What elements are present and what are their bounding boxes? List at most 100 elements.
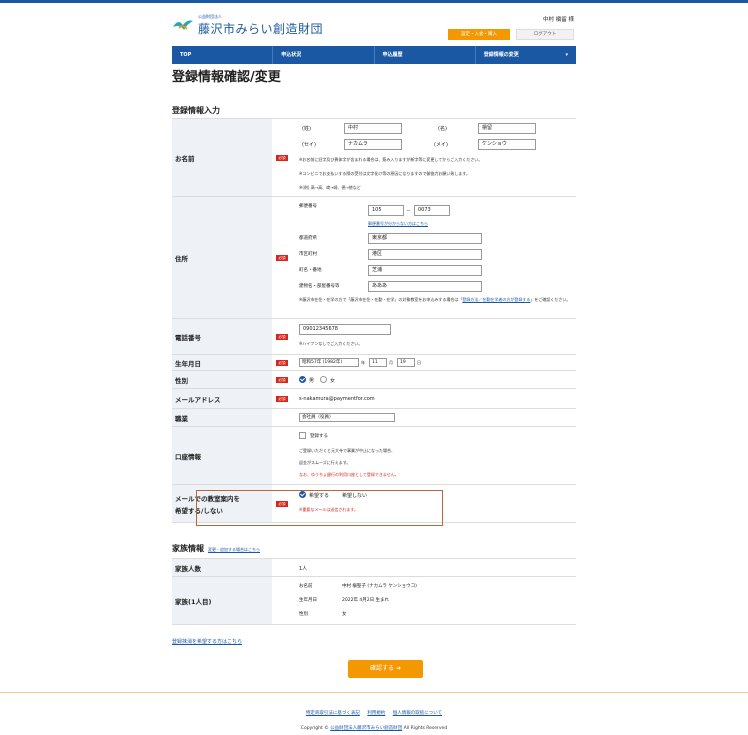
postal-dash: －	[406, 208, 412, 214]
user-name: 中村 槇留 様	[543, 17, 574, 23]
gender-male-label: 男	[309, 378, 315, 384]
copyright-suffix: All Rights Reserved	[403, 726, 448, 731]
form-row-job: 職業 会社員（役員）	[172, 409, 576, 427]
phone-input[interactable]: 09012345678	[299, 324, 391, 335]
copyright-prefix: Copyright ©	[300, 726, 329, 731]
sei-kana-input[interactable]: ナカムラ	[344, 139, 402, 150]
row-label-cell: 住所	[172, 197, 272, 318]
bank-register-label: 登録する	[310, 434, 328, 439]
family-birth-value: 2022年 4月2日 生まれ	[342, 598, 390, 603]
form-row-email: メールアドレス 必須 s-nakamura@paymentfor.com	[172, 389, 576, 409]
address-note-suffix: 」をご確認ください。	[530, 297, 571, 302]
building-input[interactable]: あああ	[368, 281, 482, 292]
postal-lookup-link[interactable]: 郵便番号が分からない方はこちら	[368, 221, 428, 227]
footer-links: 特定商取引法に基づく表記 利用規約 個人情報の取扱について	[0, 710, 748, 716]
page-container: 公益財団法人 藤沢市みらい創造財団 中村 槇留 様 設定・入会・購入 ログアウト…	[172, 0, 576, 625]
email-label: メールアドレス	[175, 395, 221, 404]
phone-label: 電話番号	[175, 333, 201, 342]
job-label: 職業	[175, 414, 188, 423]
family-count-value: 1人	[299, 566, 308, 572]
footer-link-terms[interactable]: 利用規約	[367, 711, 385, 716]
day-unit: 日	[417, 360, 421, 365]
name-note-2: ※コンビニでお支払いする際の受付は文字化け等の原因になりますので御協力お願い致し…	[299, 171, 470, 176]
family-member-label: 家族(1人目)	[175, 597, 212, 606]
row-label-cell: 職業	[172, 409, 272, 426]
footer-link-commerce-law[interactable]: 特定商取引法に基づく表記	[306, 711, 360, 716]
form-row-birthdate: 生年月日 必須 昭和57年 (1982年) 年 11 月 19 日	[172, 355, 576, 371]
row-label-cell: 電話番号	[172, 319, 272, 354]
name-note-1: ※お名前に旧字及び異体字が含まれる場合は、筋み入りますが新字等に変更してからご入…	[299, 157, 483, 162]
gender-male-radio[interactable]	[299, 376, 306, 383]
birth-month-select[interactable]: 11	[369, 358, 387, 367]
nav-application-status[interactable]: 申込状況	[273, 46, 375, 64]
postal-label: 郵便番号	[299, 204, 317, 209]
bank-note-2: 返金がスムーズに行えます。	[299, 460, 351, 465]
nav-top[interactable]: TOP	[172, 46, 274, 64]
row-label-cell: 口座情報	[172, 427, 272, 484]
birth-year-select[interactable]: 昭和57年 (1982年)	[299, 358, 359, 367]
required-badge: 必須	[276, 359, 288, 366]
family-change-link[interactable]: 変更・追加する場合はこちら	[208, 547, 260, 552]
row-label-cell: お名前	[172, 119, 272, 196]
required-badge: 必須	[276, 254, 288, 261]
footer-divider	[0, 692, 748, 693]
phone-note: ※ハイフンなしでご入力ください。	[299, 341, 363, 346]
form-row-phone: 電話番号 必須 09012345678 ※ハイフンなしでご入力ください。	[172, 319, 576, 355]
postal-code-1-input[interactable]: 105	[368, 205, 404, 216]
footer-link-privacy[interactable]: 個人情報の取扱について	[393, 711, 442, 716]
city-input[interactable]: 港区	[368, 249, 482, 260]
confirm-button[interactable]: 確認する ➔	[348, 660, 423, 678]
building-label: 建物名・部屋番号等	[299, 284, 340, 289]
town-label: 町名・番地	[299, 268, 322, 273]
chevron-down-icon: ▾	[565, 52, 568, 58]
sei-kana-label: (セイ)	[302, 142, 316, 148]
copyright-org-link[interactable]: 公益財団法人藤沢市みらい創造財団	[330, 726, 402, 731]
family-gender-value: 女	[342, 612, 347, 617]
logo-text: 藤沢市みらい創造財団	[198, 22, 324, 36]
sei-label: (姓)	[302, 126, 311, 132]
gender-female-radio[interactable]	[320, 376, 327, 383]
resident-registration-link[interactable]: 登録方法／在勤在学者の方が登録する	[462, 297, 530, 302]
address-label: 住所	[175, 254, 188, 263]
name-note-3: ※(例) 髙→高、﨑→崎、德→徳など	[299, 185, 361, 190]
copyright: Copyright © 公益財団法人藤沢市みらい創造財団 All Rights …	[0, 725, 748, 731]
form-row-address: 住所 必須 郵便番号 105 － 0073 郵便番号が分からない方はこちら 都道…	[172, 197, 576, 319]
mei-input[interactable]: 槇留	[478, 123, 536, 134]
nav-registration-change[interactable]: 登録情報の変更 ▾	[476, 46, 576, 64]
site-logo[interactable]: 公益財団法人 藤沢市みらい創造財団	[172, 14, 324, 38]
family-title: 家族情報	[172, 544, 204, 553]
settings-purchase-button[interactable]: 設定・入会・購入	[448, 29, 510, 40]
pref-label: 都道府県	[299, 236, 317, 241]
family-name-value: 中村 槇聖子 (ナカムラ ケンショウコ)	[342, 584, 417, 589]
family-name-label: お名前	[299, 584, 313, 589]
bank-note-3: なお、ゆうちょ銀行の利用口座として登録できません。	[299, 472, 399, 477]
confirm-button-label: 確認する	[370, 665, 395, 672]
bank-note-1: ご登録いただくと元大寺で事業が中止になった場合、	[299, 448, 395, 453]
row-label-cell: 家族(1人目)	[172, 577, 272, 624]
town-input[interactable]: 芝浦	[368, 265, 482, 276]
row-label-cell: メールアドレス	[172, 389, 272, 408]
section-title-registration: 登録情報入力	[172, 106, 220, 115]
cancel-registration-link[interactable]: 登録抹消を希望する方はこちら	[172, 638, 242, 645]
bank-register-checkbox[interactable]	[299, 432, 306, 439]
main-nav: TOP 申込状況 申込履歴 登録情報の変更 ▾	[172, 46, 576, 64]
arrow-right-icon: ➔	[395, 665, 401, 672]
address-note: ※藤沢市在住・在学の方で「藤沢市在住・在勤・在学」の対象教室をお申込みする場合は…	[299, 297, 570, 303]
prefecture-input[interactable]: 東京都	[368, 233, 482, 244]
logout-button[interactable]: ログアウト	[516, 29, 574, 40]
family-count-label: 家族人数	[175, 564, 201, 573]
nav-registration-change-label: 登録情報の変更	[483, 52, 519, 58]
nav-application-history[interactable]: 申込履歴	[375, 46, 476, 64]
email-value: s-nakamura@paymentfor.com	[299, 396, 375, 402]
mei-kana-label: (メイ)	[434, 142, 448, 148]
required-badge: 必須	[276, 154, 288, 161]
required-badge: 必須	[276, 333, 288, 340]
birth-day-select[interactable]: 19	[397, 358, 415, 367]
sei-input[interactable]: 中村	[344, 123, 402, 134]
form-row-name: お名前 必須 (姓) 中村 (名) 槇留 (セイ) ナカムラ (メイ) ケンショ…	[172, 119, 576, 197]
job-select[interactable]: 会社員（役員）	[299, 413, 395, 422]
mei-kana-input[interactable]: ケンショウ	[478, 139, 536, 150]
form-row-bank: 口座情報 登録する ご登録いただくと元大寺で事業が中止になった場合、 返金がスム…	[172, 427, 576, 485]
postal-code-2-input[interactable]: 0073	[414, 205, 450, 216]
month-unit: 月	[389, 360, 393, 365]
